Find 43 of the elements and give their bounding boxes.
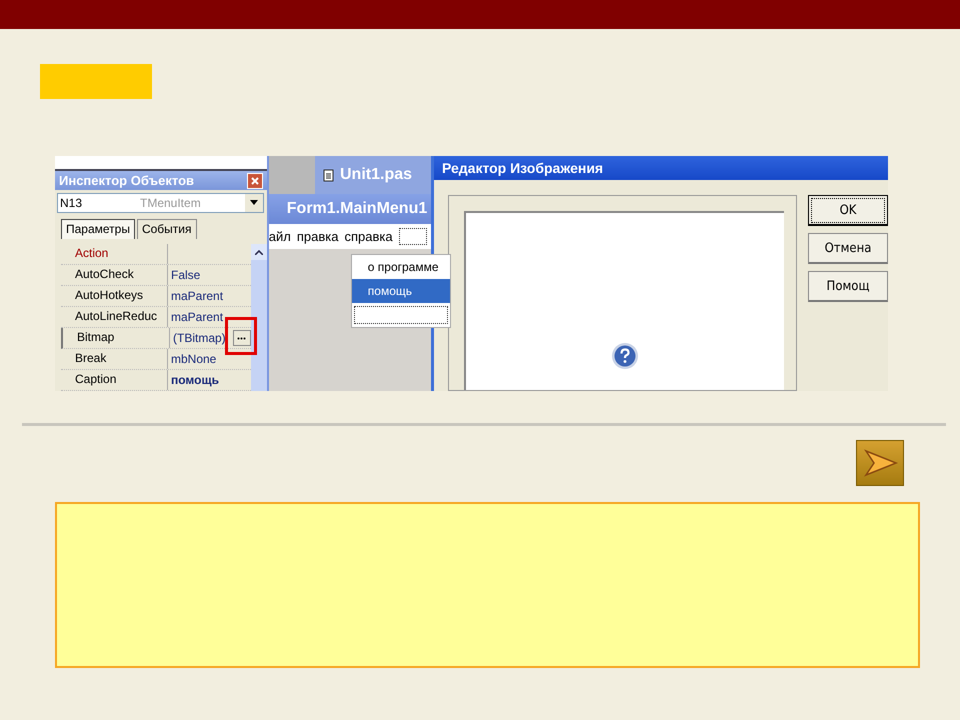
- tab[interactable]: Параметры: [61, 218, 135, 239]
- property-name: Action: [61, 244, 168, 264]
- window-title: Редактор Изображения: [442, 160, 604, 176]
- dialog-button[interactable]: Помощ: [808, 271, 888, 302]
- object-dropdown[interactable]: N13 TMenuItem: [57, 192, 264, 213]
- document-icon: [323, 168, 334, 182]
- property-row[interactable]: Action: [61, 244, 251, 265]
- scroll-up-icon[interactable]: [250, 244, 267, 260]
- ellipsis-icon[interactable]: [232, 330, 251, 346]
- property-value: maParent: [171, 308, 224, 326]
- property-name: Bitmap: [63, 328, 170, 348]
- property-value: mbNone: [171, 350, 216, 368]
- dialog-button[interactable]: Отмена: [808, 233, 888, 264]
- submenu-item[interactable]: о программе: [352, 255, 450, 279]
- property-name: AutoCheck: [61, 265, 168, 285]
- property-value: (TBitmap): [173, 330, 226, 346]
- property-value: maParent: [171, 288, 224, 304]
- property-name: Caption: [61, 370, 168, 390]
- property-row[interactable]: AutoCheck False: [61, 265, 251, 286]
- menu-item[interactable]: справка: [344, 229, 393, 244]
- highlight-frame: [224, 317, 257, 355]
- next-slide-button[interactable]: [856, 440, 904, 486]
- dialog-button[interactable]: OK: [808, 195, 888, 226]
- property-name: AutoLineReduc: [61, 307, 168, 327]
- tab[interactable]: События: [136, 218, 197, 239]
- property-name: Break: [61, 349, 168, 369]
- property-row[interactable]: Break mbNone: [61, 349, 251, 370]
- menu-item[interactable]: правка: [296, 229, 338, 244]
- window-title: Инспектор Объектов: [59, 173, 194, 188]
- close-icon[interactable]: [246, 172, 263, 189]
- property-value: помощь: [171, 372, 219, 388]
- property-row[interactable]: AutoHotkeys maParent: [61, 286, 251, 307]
- property-value: False: [171, 266, 200, 284]
- property-row[interactable]: Caption помощь: [61, 370, 251, 391]
- window-title: Form1.MainMenu1: [286, 200, 428, 218]
- new-menu-slot[interactable]: [398, 228, 427, 245]
- submenu-item[interactable]: помощь: [352, 279, 450, 303]
- play-arrow-icon: [862, 448, 898, 478]
- help-icon: [611, 342, 639, 370]
- menu-item[interactable]: айл: [268, 229, 291, 244]
- new-item-slot[interactable]: [354, 306, 448, 324]
- property-name: AutoHotkeys: [61, 286, 168, 306]
- property-row[interactable]: Bitmap (TBitmap): [61, 328, 251, 349]
